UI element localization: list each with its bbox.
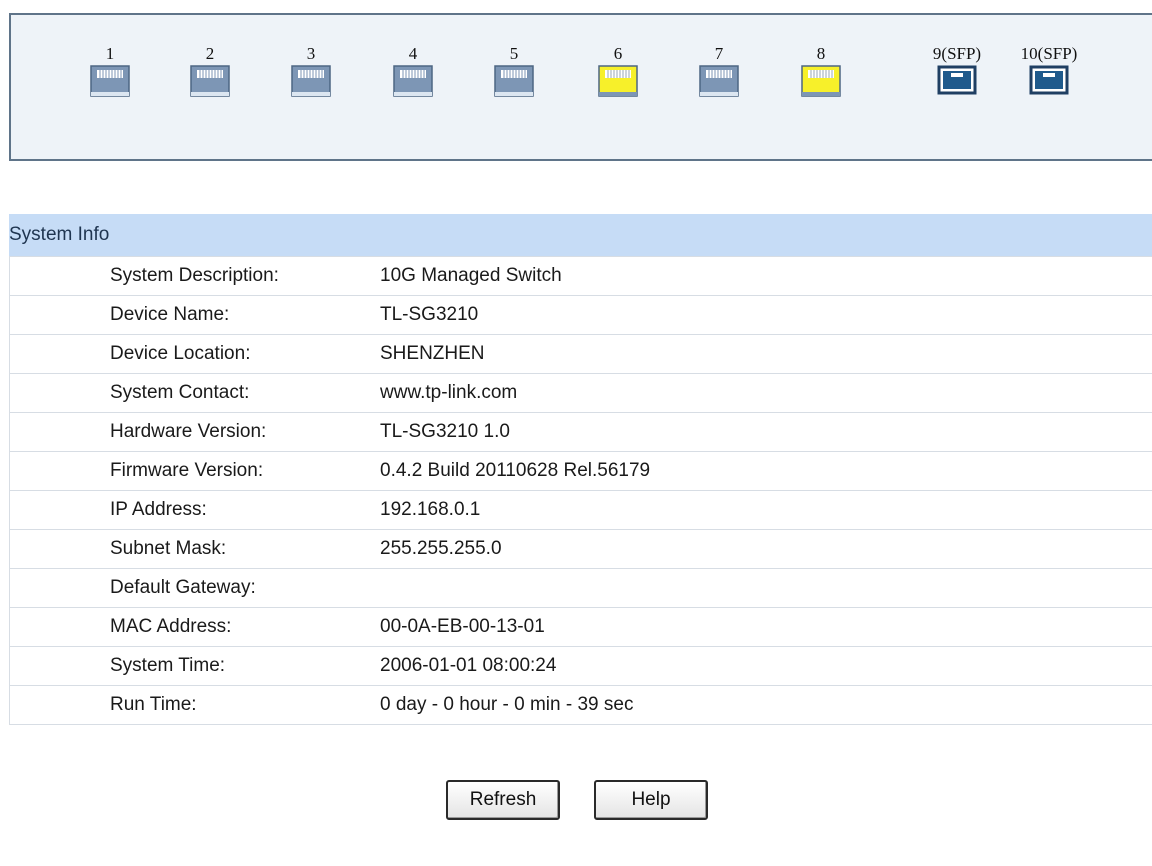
table-row: Device Location: SHENZHEN (9, 334, 1152, 374)
row-label: Subnet Mask: (9, 529, 380, 569)
port-4[interactable]: 4 (378, 45, 448, 97)
row-value: SHENZHEN (380, 334, 1152, 374)
help-button[interactable]: Help (594, 780, 708, 820)
port-label: 10(SFP) (1020, 44, 1078, 63)
port-5[interactable]: 5 (479, 45, 549, 97)
row-value: 2006-01-01 08:00:24 (380, 646, 1152, 686)
row-value: www.tp-link.com (380, 373, 1152, 413)
row-value: TL-SG3210 1.0 (380, 412, 1152, 452)
system-info-header: System Info (9, 214, 1152, 256)
port-panel: 1 2 3 4 5 6 7 8 9(SFP) 10(SFP) (9, 13, 1152, 161)
system-info-table: System Description: 10G Managed Switch De… (9, 256, 1152, 725)
sfp-port-icon (1029, 65, 1069, 95)
sfp-port-icon (937, 65, 977, 95)
port-8[interactable]: 8 (786, 45, 856, 97)
row-value: 0.4.2 Build 20110628 Rel.56179 (380, 451, 1152, 491)
row-value: 255.255.255.0 (380, 529, 1152, 569)
ethernet-port-icon (291, 65, 331, 97)
row-label: System Time: (9, 646, 380, 686)
ethernet-port-icon (393, 65, 433, 97)
port-label: 5 (509, 44, 519, 63)
table-row: System Time: 2006-01-01 08:00:24 (9, 646, 1152, 686)
port-label: 9(SFP) (932, 44, 982, 63)
port-label: 1 (105, 44, 115, 63)
port-2[interactable]: 2 (175, 45, 245, 97)
table-row: Hardware Version: TL-SG3210 1.0 (9, 412, 1152, 452)
port-label: 3 (306, 44, 316, 63)
system-info-panel: System Info System Description: 10G Manag… (9, 214, 1152, 725)
row-label: Device Location: (9, 334, 380, 374)
port-6[interactable]: 6 (583, 45, 653, 97)
row-value: 0 day - 0 hour - 0 min - 39 sec (380, 685, 1152, 725)
port-label: 4 (408, 44, 418, 63)
table-row: System Contact: www.tp-link.com (9, 373, 1152, 413)
port-label: 2 (205, 44, 215, 63)
row-value: TL-SG3210 (380, 295, 1152, 335)
row-value: 10G Managed Switch (380, 256, 1152, 296)
ethernet-port-active-icon (801, 65, 841, 97)
port-label: 6 (613, 44, 623, 63)
ethernet-port-icon (190, 65, 230, 97)
ethernet-port-icon (90, 65, 130, 97)
row-label: Hardware Version: (9, 412, 380, 452)
row-value: 00-0A-EB-00-13-01 (380, 607, 1152, 647)
port-7[interactable]: 7 (684, 45, 754, 97)
table-row: IP Address: 192.168.0.1 (9, 490, 1152, 530)
ethernet-port-icon (699, 65, 739, 97)
port-label: 8 (816, 44, 826, 63)
table-row: Default Gateway: (9, 568, 1152, 608)
refresh-button[interactable]: Refresh (446, 780, 560, 820)
port-label: 7 (714, 44, 724, 63)
table-row: Subnet Mask: 255.255.255.0 (9, 529, 1152, 569)
port-1[interactable]: 1 (75, 45, 145, 97)
system-info-title: System Info (9, 224, 110, 245)
row-label: System Contact: (9, 373, 380, 413)
port-9-sfp[interactable]: 9(SFP) (922, 45, 992, 95)
port-3[interactable]: 3 (276, 45, 346, 97)
table-row: Firmware Version: 0.4.2 Build 20110628 Re… (9, 451, 1152, 491)
row-label: MAC Address: (9, 607, 380, 647)
port-10-sfp[interactable]: 10(SFP) (1014, 45, 1084, 95)
row-label: Firmware Version: (9, 451, 380, 491)
table-row: System Description: 10G Managed Switch (9, 256, 1152, 296)
row-label: Default Gateway: (9, 568, 380, 608)
table-row: Device Name: TL-SG3210 (9, 295, 1152, 335)
row-label: Run Time: (9, 685, 380, 725)
row-value: 192.168.0.1 (380, 490, 1152, 530)
ethernet-port-icon (494, 65, 534, 97)
table-row: Run Time: 0 day - 0 hour - 0 min - 39 sec (9, 685, 1152, 725)
row-label: Device Name: (9, 295, 380, 335)
ethernet-port-active-icon (598, 65, 638, 97)
table-row: MAC Address: 00-0A-EB-00-13-01 (9, 607, 1152, 647)
row-label: System Description: (9, 256, 380, 296)
row-label: IP Address: (9, 490, 380, 530)
row-value (380, 568, 1152, 608)
